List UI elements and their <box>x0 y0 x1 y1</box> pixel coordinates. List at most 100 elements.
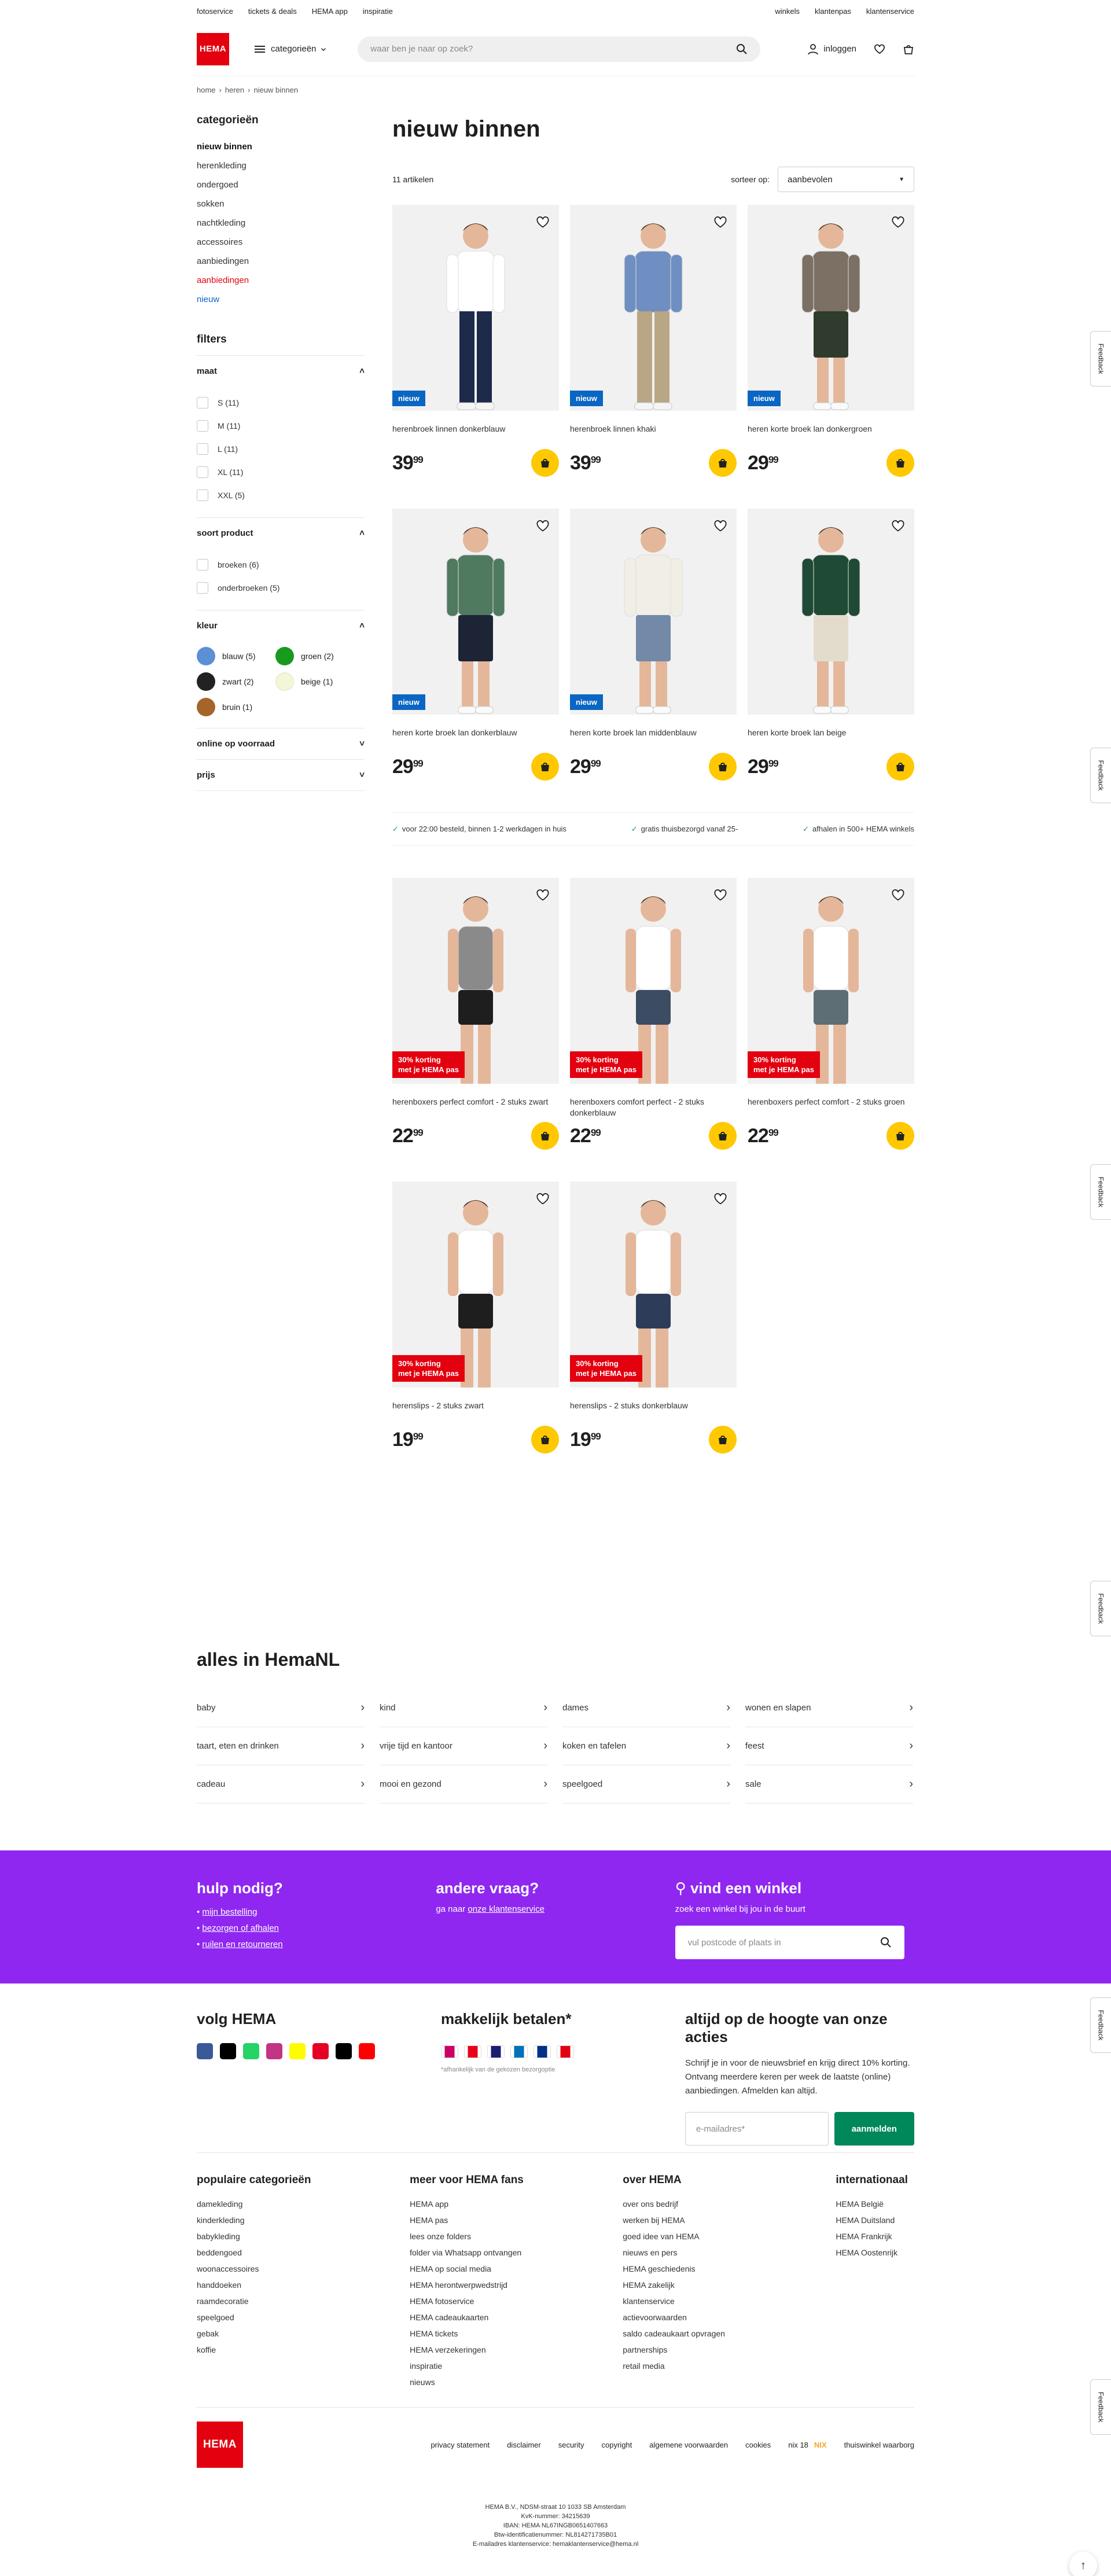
color-swatch-option[interactable]: groen (2) <box>275 646 354 667</box>
wishlist-heart-icon[interactable] <box>536 888 550 902</box>
filter-online-toggle[interactable]: online op voorraad ˅ <box>197 739 365 749</box>
feedback-tab[interactable]: Feedback <box>1090 331 1111 387</box>
footer-link[interactable]: gebak <box>197 2325 410 2342</box>
product-card[interactable]: heren korte broek lan beige 2999 <box>748 509 914 781</box>
product-card[interactable]: nieuw herenbroek linnen khaki 3999 <box>570 205 737 477</box>
product-card[interactable]: 30% korting met je HEMA pas herenboxers pe… <box>748 878 914 1150</box>
color-swatch[interactable] <box>197 672 215 691</box>
category-link[interactable]: taart, eten en drinken › <box>197 1727 365 1765</box>
category-link[interactable]: wonen en slapen › <box>745 1689 913 1727</box>
product-image[interactable] <box>748 509 914 715</box>
add-to-cart-button[interactable] <box>531 1426 559 1453</box>
footer-link[interactable]: koffie <box>197 2342 410 2358</box>
footer-link[interactable]: actievoorwaarden <box>623 2309 836 2325</box>
wishlist-heart-icon[interactable] <box>713 888 727 902</box>
filter-option[interactable]: L (11) <box>197 437 365 461</box>
add-to-cart-button[interactable] <box>531 449 559 477</box>
sidebar-item[interactable]: nieuw <box>197 290 365 309</box>
footer-link[interactable]: nieuws en pers <box>623 2244 836 2261</box>
breadcrumb-item[interactable]: home <box>197 86 216 94</box>
footer-link[interactable]: kinderkleding <box>197 2212 410 2228</box>
product-name[interactable]: herenboxers comfort perfect - 2 stuks do… <box>570 1096 737 1120</box>
instagram-icon[interactable] <box>266 2043 282 2059</box>
product-name[interactable]: herenbroek linnen khaki <box>570 424 737 447</box>
footer-link[interactable]: raamdecoratie <box>197 2293 410 2309</box>
feedback-tab[interactable]: Feedback <box>1090 1997 1111 2053</box>
footer-link[interactable]: saldo cadeaukaart opvragen <box>623 2325 836 2342</box>
color-swatch-option[interactable]: beige (1) <box>275 671 354 692</box>
category-link[interactable]: dames › <box>562 1689 730 1727</box>
footer-link[interactable]: HEMA op social media <box>410 2261 623 2277</box>
footer-link[interactable]: partnerships <box>623 2342 836 2358</box>
legal-link[interactable]: security <box>558 2441 584 2449</box>
footer-link[interactable]: babykleding <box>197 2228 410 2244</box>
footer-link[interactable]: HEMA Oostenrijk <box>836 2244 914 2261</box>
hema-logo[interactable]: HEMA <box>197 32 229 65</box>
footer-hema-logo[interactable]: HEMA <box>197 2422 243 2468</box>
footer-link[interactable]: werken bij HEMA <box>623 2212 836 2228</box>
footer-link[interactable]: HEMA Duitsland <box>836 2212 914 2228</box>
search-input[interactable]: waar ben je naar op zoek? <box>358 36 761 62</box>
search-icon[interactable] <box>880 1937 892 1948</box>
wishlist-heart-icon[interactable] <box>713 215 727 229</box>
snapchat-icon[interactable] <box>289 2043 306 2059</box>
youtube-icon[interactable] <box>359 2043 375 2059</box>
product-name[interactable]: heren korte broek lan donkergroen <box>748 424 914 447</box>
add-to-cart-button[interactable] <box>531 1122 559 1150</box>
legal-link[interactable]: disclaimer <box>507 2441 541 2449</box>
add-to-cart-button[interactable] <box>709 1122 737 1150</box>
product-image[interactable]: nieuw <box>748 205 914 411</box>
product-image[interactable]: 30% korting met je HEMA pas <box>392 1182 559 1388</box>
product-name[interactable]: herenslips - 2 stuks zwart <box>392 1400 559 1423</box>
help-link[interactable]: ruilen en retourneren <box>202 1940 282 1949</box>
footer-link[interactable]: inspiratie <box>410 2358 623 2374</box>
product-card[interactable]: nieuw heren korte broek lan middenblauw 29… <box>570 509 737 781</box>
product-card[interactable]: 30% korting met je HEMA pas herenboxers pe… <box>392 878 559 1150</box>
add-to-cart-button[interactable] <box>886 449 914 477</box>
store-search-input[interactable]: vul postcode of plaats in <box>675 1926 904 1959</box>
product-image[interactable]: nieuw <box>570 205 737 411</box>
help-link[interactable]: mijn bestelling <box>202 1907 257 1917</box>
legal-link[interactable]: privacy statement <box>431 2441 490 2449</box>
add-to-cart-button[interactable] <box>709 1426 737 1453</box>
product-card[interactable]: 30% korting met je HEMA pas herenslips - 2… <box>570 1182 737 1453</box>
legal-link[interactable]: nix 18 <box>788 2441 808 2449</box>
filter-option[interactable]: broeken (6) <box>197 553 365 576</box>
product-image[interactable]: 30% korting met je HEMA pas <box>748 878 914 1084</box>
customer-service-link[interactable]: onze klantenservice <box>468 1904 545 1914</box>
search-icon[interactable] <box>736 43 748 55</box>
breadcrumb-item[interactable]: heren <box>225 86 244 94</box>
checkbox[interactable] <box>197 420 208 432</box>
product-card[interactable]: 30% korting met je HEMA pas herenslips - 2… <box>392 1182 559 1453</box>
color-swatch-option[interactable]: zwart (2) <box>197 671 275 692</box>
footer-link[interactable]: speelgoed <box>197 2309 410 2325</box>
filter-maat-toggle[interactable]: maat ˄ <box>197 366 365 376</box>
footer-link[interactable]: woonaccessoires <box>197 2261 410 2277</box>
category-link[interactable]: sale › <box>745 1765 913 1804</box>
product-card[interactable]: nieuw herenbroek linnen donkerblauw 3999 <box>392 205 559 477</box>
whatsapp-icon[interactable] <box>243 2043 259 2059</box>
product-name[interactable]: herenboxers perfect comfort - 2 stuks zw… <box>392 1096 559 1120</box>
product-name[interactable]: heren korte broek lan middenblauw <box>570 727 737 750</box>
login-button[interactable]: inloggen <box>807 43 856 55</box>
legal-link[interactable]: cookies <box>745 2441 771 2449</box>
wishlist-heart-icon[interactable] <box>891 215 905 229</box>
feedback-tab[interactable]: Feedback <box>1090 1581 1111 1636</box>
legal-link[interactable]: algemene voorwaarden <box>649 2441 728 2449</box>
color-swatch[interactable] <box>197 647 215 665</box>
category-link[interactable]: feest › <box>745 1727 913 1765</box>
wishlist-heart-icon[interactable] <box>891 519 905 533</box>
checkbox[interactable] <box>197 559 208 571</box>
checkbox[interactable] <box>197 397 208 409</box>
tiktok-icon[interactable] <box>336 2043 352 2059</box>
wishlist-heart-icon[interactable] <box>536 215 550 229</box>
add-to-cart-button[interactable] <box>709 449 737 477</box>
feedback-tab[interactable]: Feedback <box>1090 748 1111 803</box>
footer-link[interactable]: HEMA pas <box>410 2212 623 2228</box>
top-bar-link[interactable]: HEMA app <box>312 7 348 16</box>
legal-link[interactable]: thuiswinkel waarborg <box>844 2441 914 2449</box>
category-link[interactable]: cadeau › <box>197 1765 365 1804</box>
product-image[interactable]: 30% korting met je HEMA pas <box>392 878 559 1084</box>
footer-link[interactable]: damekleding <box>197 2196 410 2212</box>
wishlist-heart-icon[interactable] <box>536 1192 550 1206</box>
